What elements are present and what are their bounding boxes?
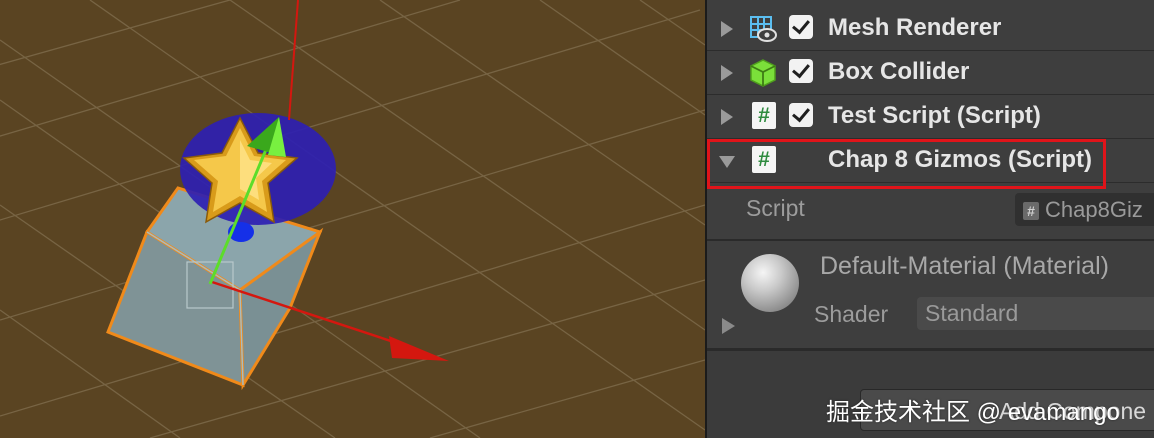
component-test-script[interactable]: # Test Script (Script) (707, 94, 1154, 139)
expand-arrow-icon[interactable] (722, 318, 735, 334)
component-title: Box Collider (828, 58, 970, 85)
script-icon: # (752, 102, 776, 129)
material-section: Default-Material (Material) Shader Stand… (707, 240, 1154, 350)
highlight-box (707, 139, 1106, 189)
script-asset-icon: # (1023, 202, 1039, 221)
component-title: Mesh Renderer (828, 14, 1002, 41)
box-collider-icon (749, 59, 777, 87)
enabled-checkbox[interactable] (789, 59, 813, 83)
scene-background (0, 0, 705, 438)
expand-arrow-icon[interactable] (721, 65, 733, 81)
script-label: Script (746, 195, 805, 221)
shader-dropdown[interactable]: Standard (917, 297, 1154, 330)
enabled-checkbox[interactable] (789, 103, 813, 127)
inspector-panel: Mesh Renderer Box Collider # Test Script… (705, 0, 1154, 438)
component-box-collider[interactable]: Box Collider (707, 50, 1154, 95)
watermark: 掘金技术社区 @ evamango (826, 399, 1120, 426)
component-mesh-renderer[interactable]: Mesh Renderer (707, 6, 1154, 51)
mesh-renderer-icon (749, 15, 777, 42)
enabled-checkbox[interactable] (789, 15, 813, 39)
shader-label: Shader (814, 301, 889, 327)
script-value: Chap8Giz (1045, 197, 1143, 222)
expand-arrow-icon[interactable] (721, 109, 733, 125)
component-title: Test Script (Script) (828, 102, 1041, 129)
script-field: Script # Chap8Giz (707, 187, 1154, 241)
scene-canvas[interactable] (0, 0, 705, 438)
scene-view[interactable] (0, 0, 705, 438)
expand-arrow-icon[interactable] (721, 21, 733, 37)
script-object-field[interactable]: # Chap8Giz (1015, 193, 1154, 226)
material-preview-icon[interactable] (741, 254, 799, 312)
material-name: Default-Material (Material) (820, 252, 1109, 280)
